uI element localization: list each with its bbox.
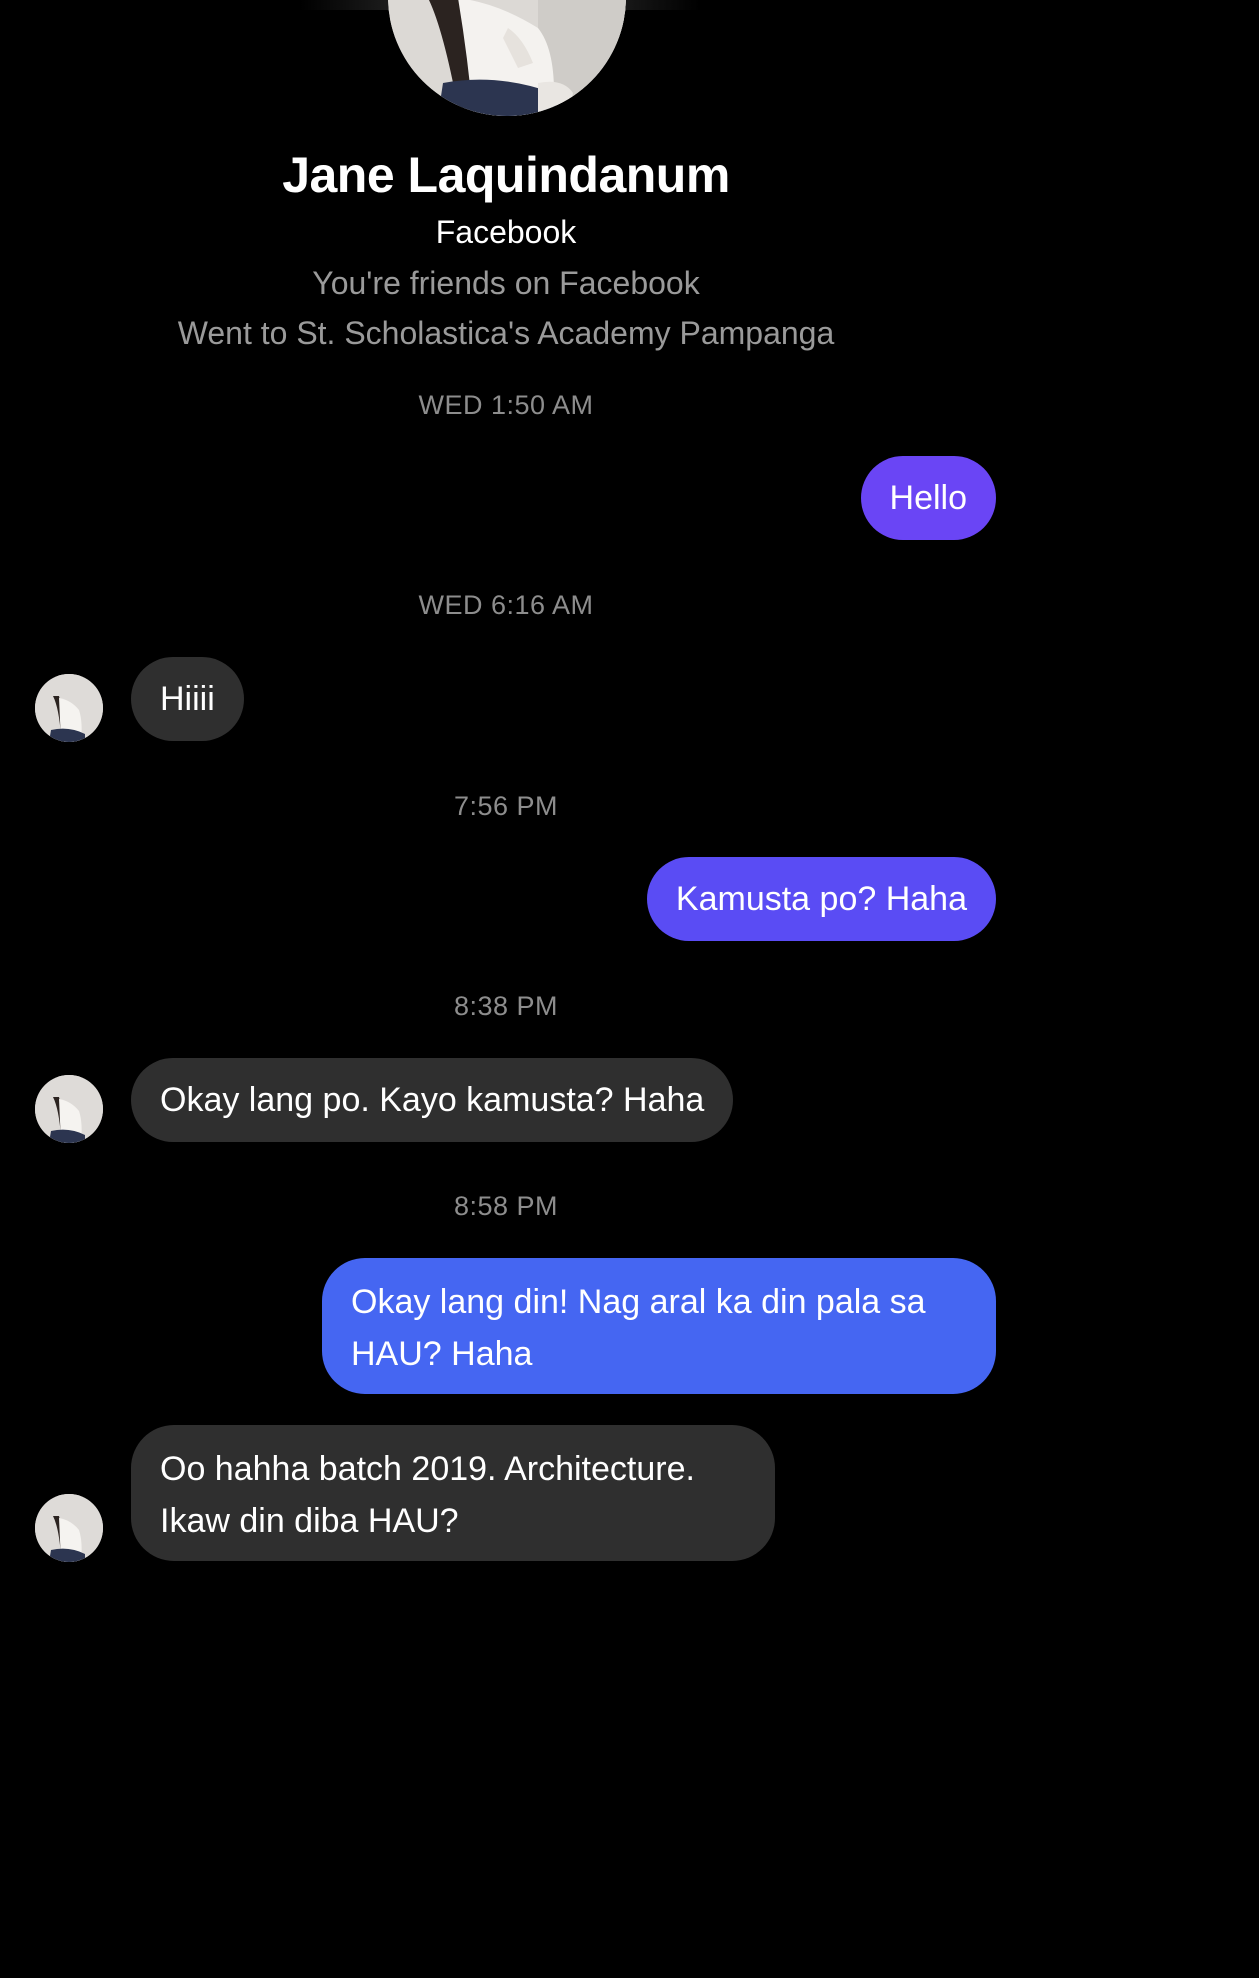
message-bubble-incoming[interactable]: Oo hahha batch 2019. Architecture. Ikaw …	[131, 1425, 775, 1561]
avatar-image	[35, 674, 103, 742]
contact-name: Jane Laquindanum	[282, 147, 730, 203]
contact-avatar[interactable]	[35, 1494, 103, 1562]
timestamp: 8:58 PM	[453, 1191, 559, 1221]
message-text: Okay lang po. Kayo kamusta? Haha	[160, 1081, 705, 1119]
contact-avatar[interactable]	[35, 674, 103, 742]
message-bubble-outgoing[interactable]: Okay lang din! Nag aral ka din pala sa H…	[322, 1258, 996, 1394]
message-text-line: Ikaw din diba HAU?	[160, 1502, 459, 1540]
message-text: Kamusta po? Haha	[675, 880, 967, 918]
contact-relationship: You're friends on Facebook	[312, 265, 700, 301]
message-text-line: Oo hahha batch 2019. Architecture.	[160, 1450, 695, 1488]
message-text: Hello	[889, 479, 967, 517]
avatar-image	[35, 1075, 103, 1143]
contact-source: Facebook	[435, 214, 577, 250]
contact-education: Went to St. Scholastica's Academy Pampan…	[177, 315, 835, 351]
timestamp: 8:38 PM	[453, 991, 559, 1021]
message-text-line: HAU? Haha	[351, 1335, 533, 1373]
message-bubble-incoming[interactable]: Okay lang po. Kayo kamusta? Haha	[131, 1058, 734, 1142]
timestamp: WED 6:16 AM	[418, 590, 594, 620]
message-bubble-outgoing[interactable]: Hello	[860, 456, 996, 540]
contact-avatar[interactable]	[35, 1075, 103, 1143]
message-bubble-incoming[interactable]: Hiiii	[131, 657, 244, 741]
message-text-line: Okay lang din! Nag aral ka din pala sa	[351, 1283, 926, 1321]
message-text: Hiiii	[160, 680, 215, 718]
profile-photo-image	[388, 0, 626, 116]
avatar-image	[35, 1494, 103, 1562]
profile-photo[interactable]	[388, 0, 626, 116]
message-bubble-outgoing[interactable]: Kamusta po? Haha	[646, 857, 996, 941]
timestamp: 7:56 PM	[453, 791, 559, 821]
timestamp: WED 1:50 AM	[418, 390, 594, 420]
